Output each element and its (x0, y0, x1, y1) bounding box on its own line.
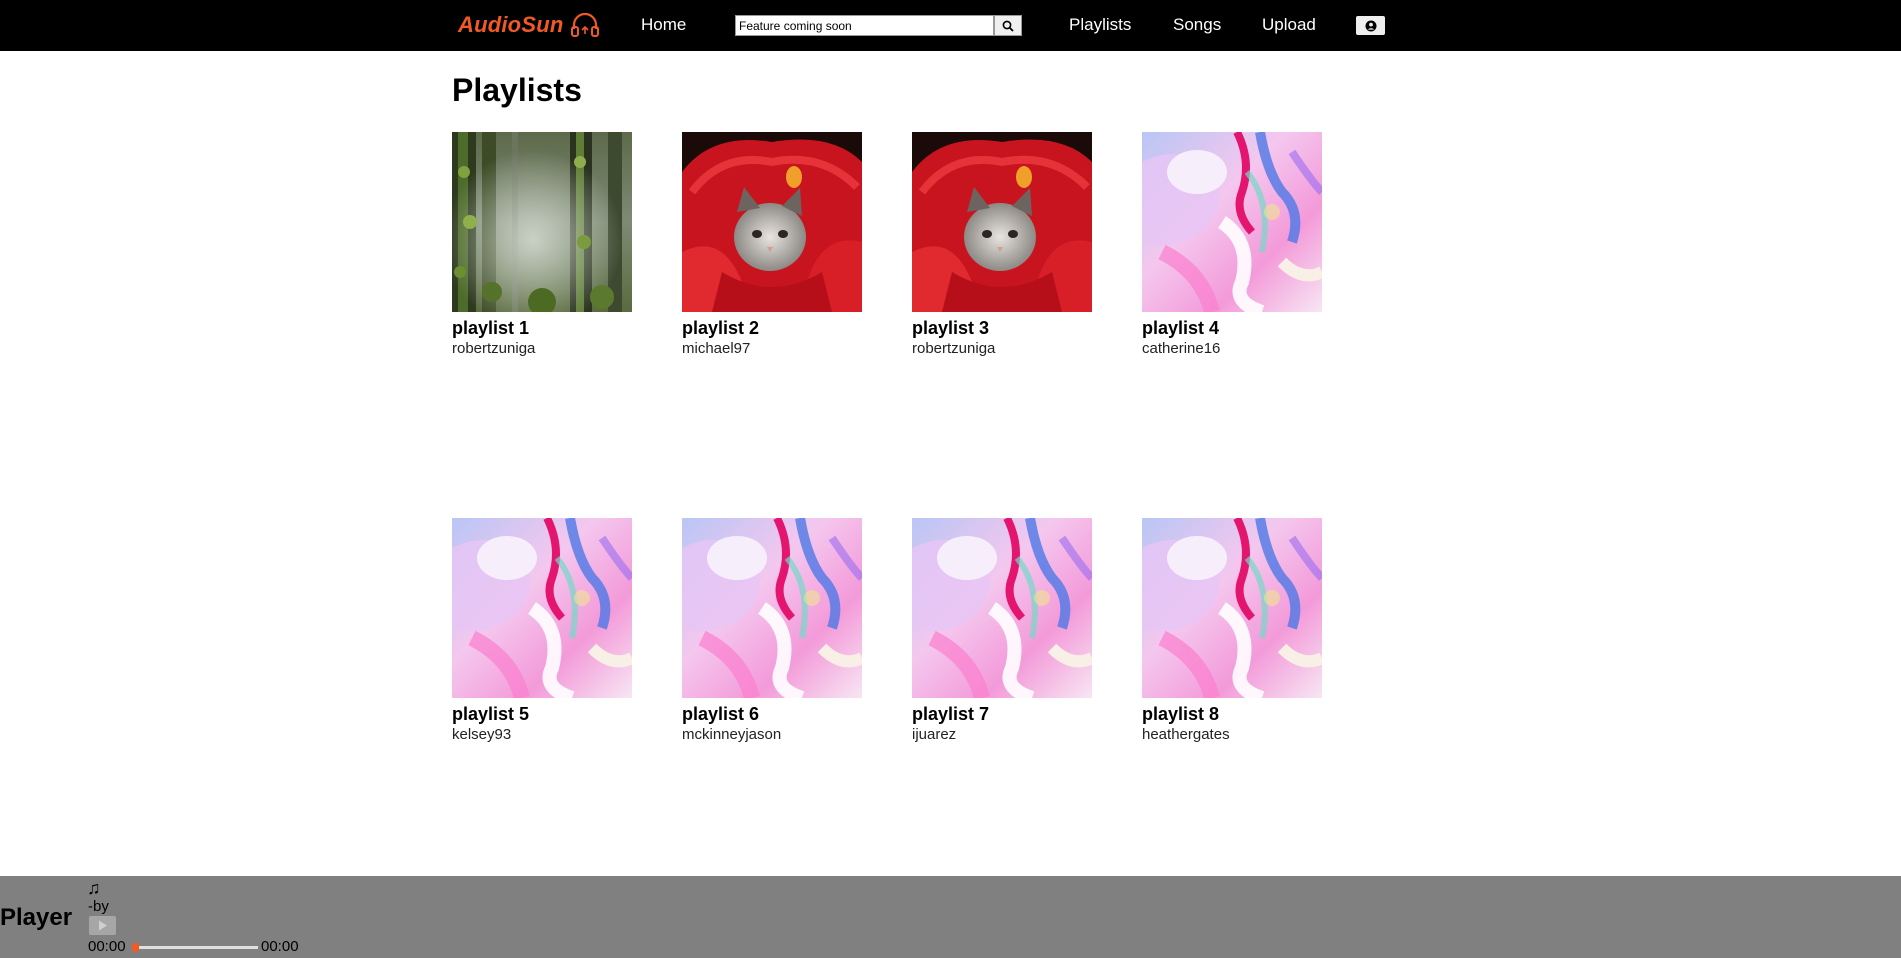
play-icon (98, 920, 107, 931)
search-button[interactable] (994, 15, 1022, 36)
player-label: Player (0, 904, 73, 931)
playlist-owner: robertzuniga (452, 340, 536, 357)
playlist-card[interactable]: playlist 5 kelsey93 (452, 518, 632, 744)
brand-logo[interactable]: AudioSun (458, 10, 600, 40)
playlist-owner: heathergates (1142, 726, 1230, 743)
search-input[interactable] (735, 15, 994, 36)
nav-songs-link[interactable]: Songs (1173, 15, 1221, 35)
playlist-card[interactable]: playlist 8 heathergates (1142, 518, 1322, 744)
playlist-title[interactable]: playlist 3 (912, 318, 1092, 338)
profile-button[interactable] (1356, 16, 1385, 35)
playlist-cover-image[interactable] (682, 132, 862, 312)
current-time: 00:00 (88, 938, 126, 955)
playlist-cover-image[interactable] (912, 518, 1092, 698)
playlist-owner: kelsey93 (452, 726, 512, 743)
progress-slider[interactable] (132, 943, 258, 952)
playlist-cover-image[interactable] (682, 518, 862, 698)
playlist-owner: mckinneyjason (682, 726, 782, 743)
playlist-owner: michael97 (682, 340, 751, 357)
playlist-cover-image[interactable] (1142, 132, 1322, 312)
playlist-cover-image[interactable] (912, 132, 1092, 312)
nav-upload-link[interactable]: Upload (1262, 15, 1316, 35)
playlist-card[interactable]: playlist 3 robertzuniga (912, 132, 1092, 358)
playlist-cover-image[interactable] (452, 518, 632, 698)
playlist-owner: ijuarez (912, 726, 957, 743)
playlist-card[interactable]: playlist 4 catherine16 (1142, 132, 1322, 358)
music-note-icon: ♫ (87, 878, 101, 898)
playlist-cover-image[interactable] (452, 132, 632, 312)
total-time: 00:00 (261, 938, 299, 955)
track-artist: -by (88, 898, 109, 915)
playlist-card[interactable]: playlist 6 mckinneyjason (682, 518, 862, 744)
playlist-card[interactable]: playlist 1 robertzuniga (452, 132, 632, 358)
playlist-title[interactable]: playlist 4 (1142, 318, 1322, 338)
playlist-title[interactable]: playlist 6 (682, 704, 862, 724)
playlist-title[interactable]: playlist 5 (452, 704, 632, 724)
playlist-owner: catherine16 (1142, 340, 1221, 357)
progress-handle[interactable] (132, 943, 139, 952)
playlist-card[interactable]: playlist 2 michael97 (682, 132, 862, 358)
audio-player-bar: Player ♫ -by 00:00 00:00 (0, 876, 1901, 958)
playlist-title[interactable]: playlist 1 (452, 318, 632, 338)
playlist-title[interactable]: playlist 8 (1142, 704, 1322, 724)
top-navbar: AudioSun Home Playlists Songs Upload (0, 0, 1901, 51)
playlist-title[interactable]: playlist 2 (682, 318, 862, 338)
nav-home-link[interactable]: Home (641, 15, 686, 35)
user-circle-icon (1365, 20, 1376, 31)
nav-playlists-link[interactable]: Playlists (1069, 15, 1131, 35)
play-button[interactable] (89, 916, 116, 935)
headphones-icon (571, 13, 600, 37)
search-icon (1002, 20, 1014, 32)
page-title: Playlists (452, 72, 582, 108)
playlist-title[interactable]: playlist 7 (912, 704, 1092, 724)
brand-name: AudioSun (458, 12, 564, 37)
playlist-owner: robertzuniga (912, 340, 996, 357)
playlist-cover-image[interactable] (1142, 518, 1322, 698)
playlist-card[interactable]: playlist 7 ijuarez (912, 518, 1092, 744)
